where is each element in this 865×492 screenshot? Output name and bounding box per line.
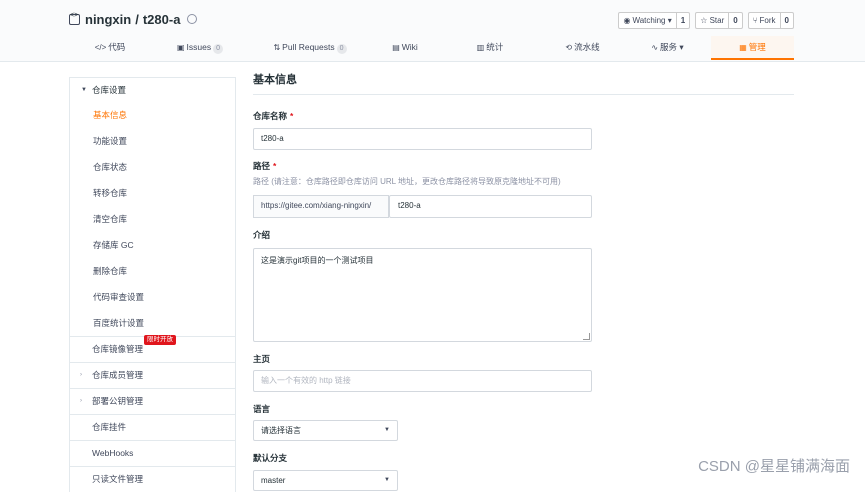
code-icon: </> xyxy=(94,43,107,52)
path-input[interactable]: t280-a xyxy=(389,195,592,218)
sidebar-item-code-review[interactable]: 代码审查设置 xyxy=(70,284,235,310)
sidebar-item-gc[interactable]: 存储库 GC xyxy=(70,232,235,258)
repo-status-icon xyxy=(187,14,198,24)
tab-stats-label: 统计 xyxy=(486,42,504,52)
sidebar-deploy-keys-label: 部署公钥管理 xyxy=(92,396,144,406)
sidebar-group-title: 仓库设置 xyxy=(92,85,127,95)
fork-count: 0 xyxy=(784,16,789,25)
sidebar-item-clear[interactable]: 清空仓库 xyxy=(70,206,235,232)
sidebar-item-delete[interactable]: 删除仓库 xyxy=(70,258,235,284)
service-icon: ∿ xyxy=(651,43,659,52)
watch-button[interactable]: ◉ Watching ▾ 1 xyxy=(618,12,691,29)
limited-badge: 限时开放 xyxy=(144,335,176,345)
sidebar-item-mirror[interactable]: 仓库镜像管理 限时开放 xyxy=(69,335,236,362)
required-mark: * xyxy=(273,161,277,171)
repo-title: ningxin / t280-a xyxy=(69,10,198,28)
description-textarea[interactable]: 这是演示git项目的一个测试项目 xyxy=(253,248,592,342)
sidebar-item-widgets[interactable]: 仓库挂件 xyxy=(69,414,236,440)
fork-label: Fork xyxy=(759,16,776,25)
tab-pull-requests-label: Pull Requests xyxy=(282,42,335,52)
tab-pipeline[interactable]: ⟲ 流水线 xyxy=(540,36,625,60)
path-hint: 路径 (请注意：仓库路径即仓库访问 URL 地址，更改仓库路径将导致原克隆地址不… xyxy=(253,177,561,186)
repo-header: ningxin / t280-a ◉Watching ▾ 1 ☆ Star 0 … xyxy=(0,0,865,62)
tab-code-label: 代码 xyxy=(108,42,126,52)
repo-name-link[interactable]: t280-a xyxy=(143,12,181,27)
caret-down-icon: ▼ xyxy=(81,87,87,93)
pr-count-badge: 0 xyxy=(336,44,347,54)
sidebar-item-baidu-stats[interactable]: 百度统计设置 xyxy=(70,310,235,336)
star-label: ☆ Star xyxy=(696,13,730,28)
fork-icon: ⑂ xyxy=(752,16,758,25)
repo-name-input[interactable]: t280-a xyxy=(253,128,592,150)
watermark: CSDN @星星铺满海面 xyxy=(698,458,850,475)
repo-separator: / xyxy=(135,11,139,27)
repo-name-label: 仓库名称 * xyxy=(253,110,293,122)
tab-services-label: 服务 ▾ xyxy=(660,42,684,52)
star-button[interactable]: ☆ Star 0 xyxy=(695,12,743,29)
branch-value: master xyxy=(261,476,286,485)
section-title: 基本信息 xyxy=(253,72,794,95)
issues-icon: ▣ xyxy=(176,43,185,52)
repo-owner-link[interactable]: ningxin xyxy=(85,12,131,27)
tab-manage-label: 管理 xyxy=(748,42,766,52)
fork-button[interactable]: ⑂ Fork 0 xyxy=(747,12,794,29)
tab-pipeline-label: 流水线 xyxy=(574,42,600,52)
manage-icon: ▦ xyxy=(739,43,747,52)
repo-actions: ◉ Watching ▾ 1 ☆ Star 0 ⑂ Fork 0 xyxy=(618,12,794,29)
tab-code[interactable]: </> 代码 xyxy=(70,36,150,60)
pipeline-icon: ⟲ xyxy=(565,43,573,52)
resize-grip-icon[interactable] xyxy=(583,333,590,340)
issues-count-badge: 0 xyxy=(213,44,224,54)
language-label: 语言 xyxy=(253,404,271,414)
sidebar-item-deploy-keys[interactable]: › 部署公钥管理 xyxy=(69,388,236,414)
tab-manage[interactable]: ▦ 管理 xyxy=(711,36,794,60)
sidebar-group-repo-settings: ▼ 仓库设置 基本信息 功能设置 仓库状态 转移仓库 清空仓库 存储库 GC 删… xyxy=(69,77,236,336)
path-label: 路径 * xyxy=(253,160,276,172)
sidebar-item-webhooks[interactable]: WebHooks xyxy=(69,440,236,466)
description-label: 介绍 xyxy=(253,230,271,240)
sidebar-item-basic-info[interactable]: 基本信息 xyxy=(70,102,235,128)
description-text: 这是演示git项目的一个测试项目 xyxy=(261,256,374,265)
sidebar-mirror-label: 仓库镜像管理 xyxy=(92,344,144,354)
path-prefix: https://gitee.com/xiang-ningxin/ xyxy=(253,195,389,218)
chart-icon: ▥ xyxy=(476,43,485,52)
tab-wiki-label: Wiki xyxy=(401,42,418,52)
sidebar-item-readonly-files[interactable]: 只读文件管理 xyxy=(69,466,236,492)
repo-icon xyxy=(69,12,80,25)
caret-down-icon: ▼ xyxy=(384,427,390,433)
pull-request-icon: ⇅ xyxy=(273,43,281,52)
language-value: 请选择语言 xyxy=(261,426,301,435)
sidebar-group-header[interactable]: ▼ 仓库设置 xyxy=(70,78,235,102)
language-select[interactable]: 请选择语言 ▼ xyxy=(253,420,398,441)
eye-icon: ◉ xyxy=(623,16,631,25)
watch-count: 1 xyxy=(680,16,686,25)
required-mark: * xyxy=(290,111,294,121)
homepage-label: 主页 xyxy=(253,354,271,364)
watch-label: Watching ▾ xyxy=(632,16,672,25)
sidebar-item-members[interactable]: › 仓库成员管理 xyxy=(69,362,236,388)
sidebar-item-transfer[interactable]: 转移仓库 xyxy=(70,180,235,206)
sidebar-item-features[interactable]: 功能设置 xyxy=(70,128,235,154)
default-branch-select[interactable]: master ▼ xyxy=(253,470,398,491)
settings-sidebar: ▼ 仓库设置 基本信息 功能设置 仓库状态 转移仓库 清空仓库 存储库 GC 删… xyxy=(69,77,236,492)
tab-issues[interactable]: ▣ Issues 0 xyxy=(150,36,250,60)
wiki-icon: ▤ xyxy=(392,43,400,52)
caret-right-icon: › xyxy=(80,398,82,404)
star-count: 0 xyxy=(733,16,738,25)
repo-name-label-text: 仓库名称 xyxy=(253,111,288,121)
tab-services[interactable]: ∿ 服务 ▾ xyxy=(625,36,710,60)
tab-pull-requests[interactable]: ⇅ Pull Requests 0 xyxy=(250,36,370,60)
tab-wiki[interactable]: ▤ Wiki xyxy=(370,36,440,60)
caret-down-icon: ▼ xyxy=(384,477,390,483)
tab-stats[interactable]: ▥ 统计 xyxy=(440,36,540,60)
caret-right-icon: › xyxy=(80,372,82,378)
homepage-input[interactable]: 输入一个有效的 http 链接 xyxy=(253,370,592,392)
settings-form: 基本信息 仓库名称 * t280-a 路径 * 路径 (请注意：仓库路径即仓库访问 … xyxy=(253,72,794,491)
tab-issues-label: Issues xyxy=(186,42,212,52)
sidebar-members-label: 仓库成员管理 xyxy=(92,370,144,380)
sidebar-item-repo-status[interactable]: 仓库状态 xyxy=(70,154,235,180)
path-label-text: 路径 xyxy=(253,161,271,171)
repo-tabs: </> 代码 ▣ Issues 0 ⇅ Pull Requests 0 ▤ Wiki ▥ 统计… xyxy=(70,36,794,60)
default-branch-label: 默认分支 xyxy=(253,453,288,463)
